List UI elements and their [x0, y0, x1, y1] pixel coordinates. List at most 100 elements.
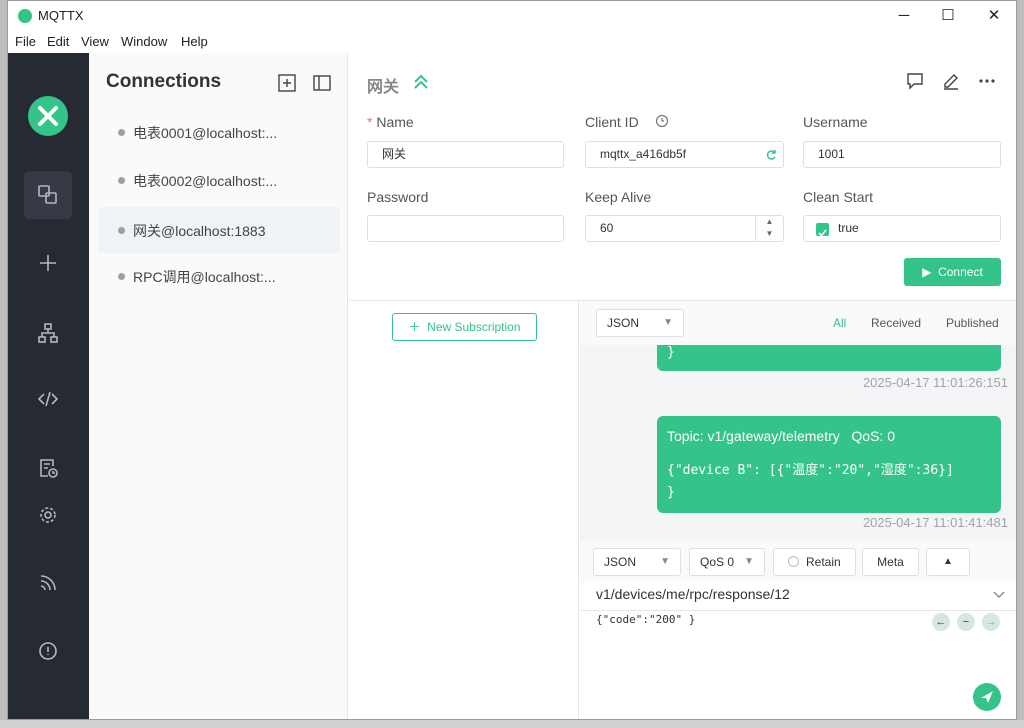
- name-field[interactable]: 网关: [367, 141, 564, 168]
- new-connection-nav-icon[interactable]: [24, 239, 72, 287]
- refresh-icon[interactable]: [765, 149, 777, 161]
- menu-help[interactable]: Help: [181, 34, 208, 49]
- mqttx-logo-icon: [18, 9, 32, 23]
- connection-label: 电表0001@localhost:...: [133, 125, 278, 141]
- clientid-field[interactable]: mqttx_a416db5f: [585, 141, 784, 168]
- cleanstart-value: true: [838, 221, 859, 235]
- about-info-icon[interactable]: [24, 627, 72, 675]
- settings-gear-icon[interactable]: [24, 491, 72, 539]
- connection-name-title: 网关: [367, 79, 400, 96]
- connections-title: Connections: [106, 71, 222, 92]
- retain-toggle[interactable]: Retain: [773, 548, 856, 576]
- stepper-up-icon[interactable]: ▲: [756, 216, 783, 228]
- edit-pencil-icon[interactable]: [941, 71, 961, 91]
- connections-nav-icon[interactable]: [24, 171, 72, 219]
- menu-edit[interactable]: Edit: [47, 34, 69, 49]
- toggle-sidebar-icon[interactable]: [312, 73, 332, 93]
- new-subscription-button[interactable]: ＋ New Subscription: [392, 313, 537, 341]
- clientid-value: mqttx_a416db5f: [600, 147, 687, 161]
- title-bar: MQTTX ─ ☐ ✕: [8, 1, 1016, 31]
- plus-icon: ＋: [408, 320, 421, 334]
- status-dot: [118, 227, 125, 234]
- keepalive-value: 60: [600, 221, 614, 235]
- window-title: MQTTX: [38, 8, 84, 23]
- payload-editor[interactable]: {"code":"200" }: [596, 613, 695, 626]
- status-dot: [118, 273, 125, 280]
- message-time: 2025-04-17 11:01:41:481: [862, 515, 1008, 530]
- clock-icon[interactable]: [655, 114, 669, 128]
- history-back-icon[interactable]: ←: [932, 613, 950, 631]
- radio-icon: [788, 556, 800, 567]
- connection-item[interactable]: 电表0002@localhost:...: [98, 157, 340, 203]
- publish-toolbar: JSON ▼ QoS 0 ▼ Retain Meta ▲: [580, 541, 1016, 583]
- connection-item[interactable]: 电表0001@localhost:...: [98, 109, 340, 155]
- cleanstart-label: Clean Start: [803, 189, 874, 205]
- play-icon: ▶: [922, 265, 932, 279]
- subscriptions-panel: ＋ New Subscription: [349, 301, 579, 719]
- message-bubble[interactable]: Topic: v1/gateway/telemetry QoS: 0 {"dev…: [657, 416, 1001, 513]
- message-bubble[interactable]: }: [657, 345, 1001, 371]
- qos-select[interactable]: QoS 0 ▼: [689, 548, 765, 576]
- minimize-button[interactable]: ─: [881, 1, 927, 31]
- feed-rss-icon[interactable]: [24, 559, 72, 607]
- password-field[interactable]: [367, 215, 564, 242]
- send-icon: [981, 691, 993, 703]
- filter-all-tab[interactable]: All: [833, 316, 846, 330]
- keepalive-stepper[interactable]: 60 ▲ ▼: [585, 215, 784, 242]
- menu-window[interactable]: Window: [121, 34, 167, 49]
- collapse-chevron-icon[interactable]: [413, 73, 429, 91]
- connection-label: RPC调用@localhost:...: [133, 269, 276, 285]
- chat-icon[interactable]: [905, 71, 925, 91]
- chevron-down-icon: ▼: [660, 556, 670, 567]
- connection-label: 网关@localhost:1883: [133, 223, 266, 239]
- username-field[interactable]: 1001: [803, 141, 1001, 168]
- menu-view[interactable]: View: [81, 34, 109, 49]
- close-button[interactable]: ✕: [971, 1, 1016, 31]
- publish-composer: JSON ▼ QoS 0 ▼ Retain Meta ▲ v1/devices/me…: [580, 541, 1016, 719]
- connection-item-active[interactable]: 网关@localhost:1883: [98, 207, 340, 253]
- divider: [580, 610, 1016, 611]
- connection-item[interactable]: RPC调用@localhost:...: [98, 253, 340, 299]
- publish-format-select[interactable]: JSON ▼: [593, 548, 681, 576]
- publish-topic-input[interactable]: v1/devices/me/rpc/response/12: [596, 586, 790, 602]
- desktop-background: [0, 720, 1024, 728]
- connection-label: 电表0002@localhost:...: [133, 173, 278, 189]
- main-panel: 网关 * Name 网关 Client ID mqttx_a416db5f Us…: [349, 53, 1016, 719]
- checkbox-checked-icon[interactable]: [816, 223, 829, 237]
- maximize-button[interactable]: ☐: [925, 1, 971, 31]
- payload-format-select[interactable]: JSON ▼: [596, 309, 684, 337]
- stepper-buttons: ▲ ▼: [755, 216, 783, 241]
- keepalive-label: Keep Alive: [585, 189, 652, 205]
- log-nav-icon[interactable]: [24, 444, 72, 492]
- history-clear-icon[interactable]: −: [957, 613, 975, 631]
- password-label: Password: [367, 189, 429, 205]
- topic-dropdown-icon[interactable]: [992, 590, 1006, 600]
- connect-button[interactable]: ▶ Connect: [904, 258, 1001, 286]
- topology-nav-icon[interactable]: [24, 309, 72, 357]
- menu-file[interactable]: File: [15, 34, 36, 49]
- chevron-down-icon: ▼: [744, 556, 754, 567]
- chevron-down-icon: ▼: [663, 317, 673, 328]
- meta-button[interactable]: Meta: [862, 548, 919, 576]
- message-time: 2025-04-17 11:01:26:151: [862, 375, 1008, 390]
- clientid-label: Client ID: [585, 114, 639, 130]
- send-button[interactable]: [973, 683, 1001, 711]
- stepper-down-icon[interactable]: ▼: [756, 228, 783, 240]
- filter-published-tab[interactable]: Published: [946, 316, 999, 330]
- new-subscription-label: New Subscription: [427, 320, 521, 334]
- app-window: MQTTX ─ ☐ ✕ File Edit View Window Help C…: [7, 0, 1017, 720]
- filter-received-tab[interactable]: Received: [871, 316, 921, 330]
- history-forward-icon[interactable]: →: [982, 613, 1000, 631]
- username-label: Username: [803, 114, 868, 130]
- expand-up-icon[interactable]: ▲: [926, 548, 970, 576]
- new-group-icon[interactable]: [277, 73, 297, 93]
- cleanstart-field[interactable]: true: [803, 215, 1001, 242]
- message-body: }: [667, 345, 675, 360]
- script-nav-icon[interactable]: [24, 375, 72, 423]
- menu-bar: File Edit View Window Help: [8, 31, 1016, 53]
- status-dot: [118, 129, 125, 136]
- messages-header: JSON ▼ All Received Published: [580, 301, 1016, 345]
- connect-label: Connect: [938, 265, 983, 279]
- status-dot: [118, 177, 125, 184]
- more-options-icon[interactable]: [977, 71, 997, 91]
